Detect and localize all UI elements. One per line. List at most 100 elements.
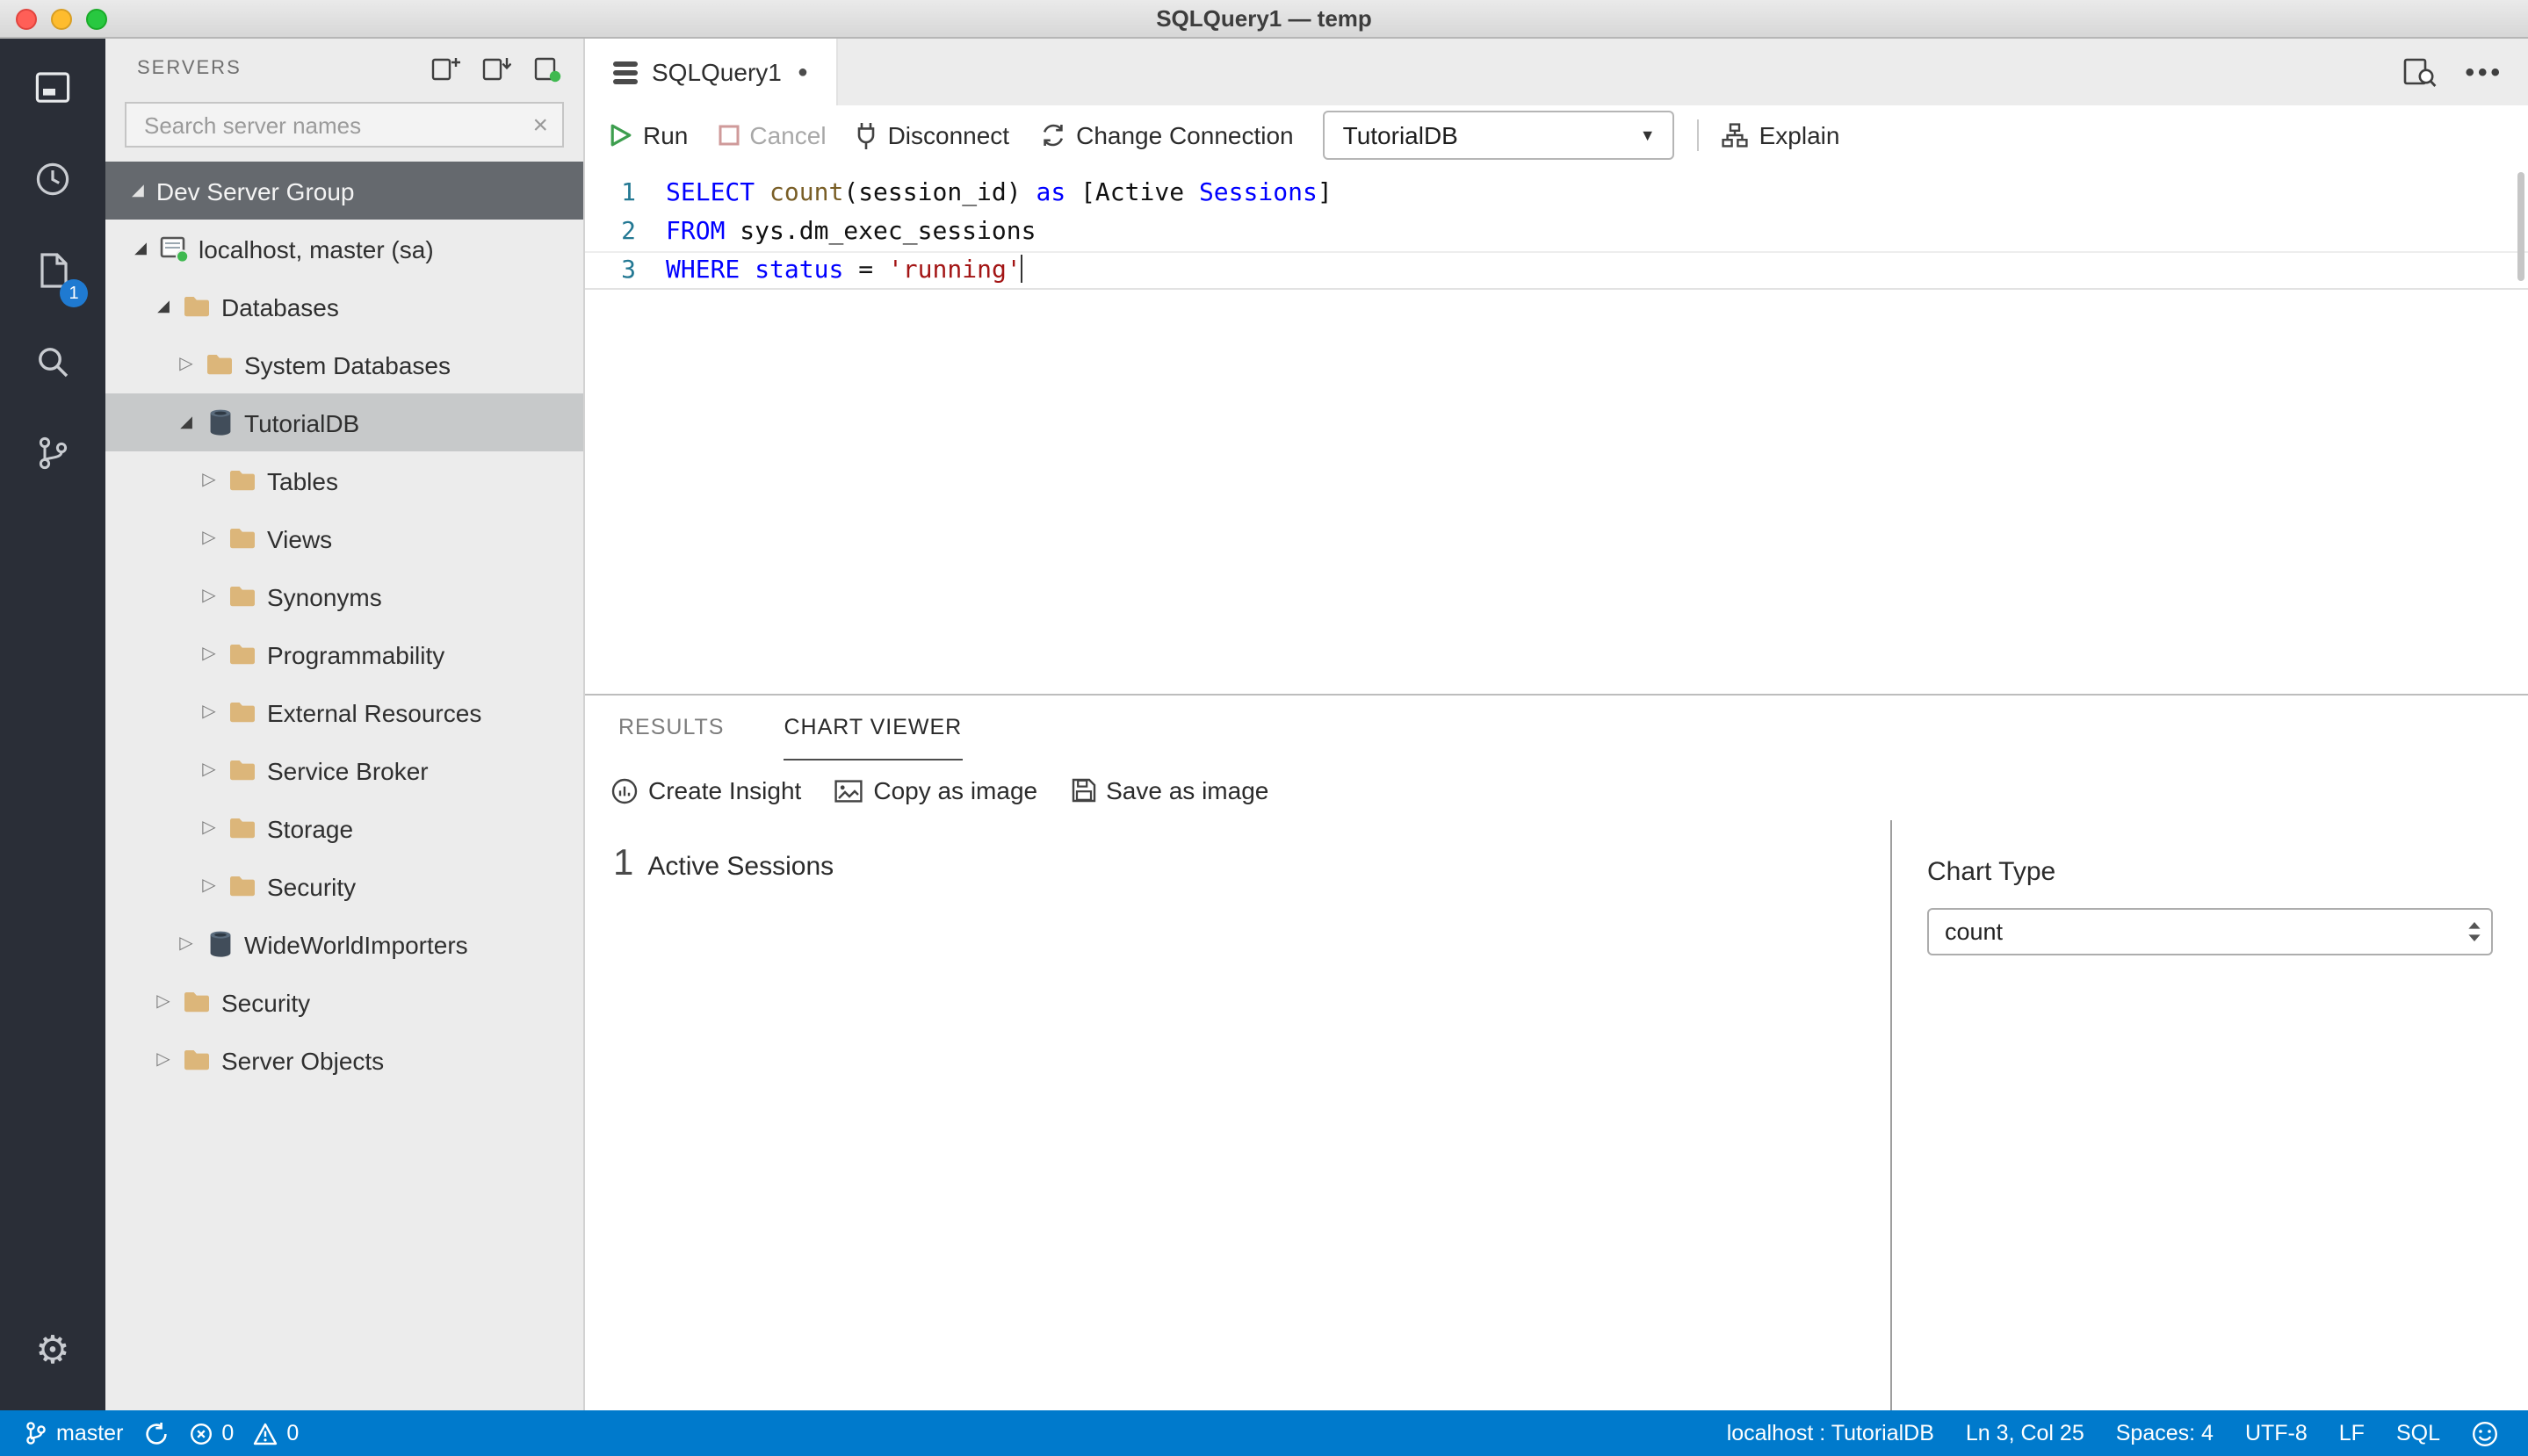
error-icon [190, 1422, 213, 1445]
query-toolbar: Run Cancel Disconnect Change Connection … [585, 105, 2528, 165]
close-window-button[interactable] [16, 9, 37, 30]
collapsed-arrow-icon[interactable]: ▷ [174, 355, 199, 374]
change-connection-button[interactable]: Change Connection [1039, 121, 1294, 149]
chart-type-select[interactable]: count [1927, 908, 2493, 955]
expanded-arrow-icon[interactable]: ◢ [174, 413, 199, 432]
server-search-input[interactable] [141, 110, 533, 140]
tree-item-security[interactable]: ▷ Security [105, 857, 583, 915]
dirty-indicator[interactable]: ● [798, 62, 808, 82]
toolbar-separator [1697, 119, 1700, 151]
activitybar-item-explorer[interactable]: 1 [0, 225, 105, 316]
collapsed-arrow-icon[interactable]: ▷ [197, 876, 221, 896]
feedback-button[interactable] [2456, 1420, 2514, 1446]
folder-icon [227, 527, 258, 550]
zoom-window-button[interactable] [86, 9, 107, 30]
clear-search-icon[interactable]: × [532, 112, 548, 138]
sync-button[interactable] [134, 1422, 179, 1445]
folder-icon [181, 1049, 213, 1071]
tree-item-localhost-master-sa[interactable]: ◢ localhost, master (sa) [105, 220, 583, 278]
tree-item-tutorialdb[interactable]: ◢ TutorialDB [105, 393, 583, 451]
new-server-group-icon [480, 54, 510, 83]
activitybar-item-task-history[interactable] [0, 133, 105, 225]
azure-accounts-button[interactable] [531, 53, 562, 84]
chart-content: 1 Active Sessions Chart Type count [585, 820, 2528, 1410]
sidebar-header: SERVERS [105, 39, 583, 98]
tree-item-views[interactable]: ▷ Views [105, 509, 583, 567]
collapsed-arrow-icon[interactable]: ▷ [174, 934, 199, 954]
chart-label: Active Sessions [647, 852, 834, 882]
connection-status[interactable]: localhost : TutorialDB [1711, 1421, 1950, 1445]
cursor-position-status[interactable]: Ln 3, Col 25 [1950, 1421, 2100, 1445]
collapsed-arrow-icon[interactable]: ▷ [151, 1050, 176, 1070]
folder-icon [227, 875, 258, 897]
code-editor[interactable]: 1 SELECT count(session_id) as [Active Ses… [585, 165, 2528, 694]
tab-chart-viewer[interactable]: CHART VIEWER [784, 696, 963, 760]
gear-icon: ⚙ [35, 1328, 70, 1372]
tree-item-wideworldimporters[interactable]: ▷ WideWorldImporters [105, 915, 583, 973]
collapsed-arrow-icon[interactable]: ▷ [197, 645, 221, 664]
tab-sqlquery1[interactable]: SQLQuery1 ● [585, 39, 838, 105]
explain-button[interactable]: Explain [1723, 121, 1839, 149]
preview-icon[interactable] [2403, 57, 2437, 87]
tree-item-tables[interactable]: ▷ Tables [105, 451, 583, 509]
tree-item-system-databases[interactable]: ▷ System Databases [105, 335, 583, 393]
save-as-image-button[interactable]: Save as image [1071, 776, 1268, 804]
problems-status[interactable]: 0 0 [179, 1421, 309, 1445]
database-dropdown-value: TutorialDB [1342, 121, 1458, 149]
collapsed-arrow-icon[interactable]: ▷ [197, 760, 221, 780]
expanded-arrow-icon[interactable]: ◢ [151, 297, 176, 316]
tree-item-label: Security [267, 872, 357, 900]
collapsed-arrow-icon[interactable]: ▷ [197, 471, 221, 490]
more-actions-icon[interactable]: ••• [2465, 57, 2503, 87]
create-insight-button[interactable]: Create Insight [611, 776, 801, 804]
tree-item-programmability[interactable]: ▷ Programmability [105, 625, 583, 683]
database-dropdown[interactable]: TutorialDB ▼ [1323, 111, 1675, 160]
eol-status[interactable]: LF [2323, 1421, 2380, 1445]
git-branch-status[interactable]: master [14, 1421, 134, 1445]
copy-as-image-button[interactable]: Copy as image [834, 776, 1037, 804]
expanded-arrow-icon: ◢ [132, 181, 144, 198]
minimize-window-button[interactable] [51, 9, 72, 30]
code-line-1[interactable]: 1 SELECT count(session_id) as [Active Ses… [585, 174, 2528, 213]
tree-item-synonyms[interactable]: ▷ Synonyms [105, 567, 583, 625]
new-connection-button[interactable] [429, 53, 460, 84]
collapsed-arrow-icon[interactable]: ▷ [197, 587, 221, 606]
folder-icon [227, 701, 258, 724]
run-button[interactable]: Run [610, 121, 688, 149]
app-window: SQLQuery1 — temp 1 ⚙ SERVERS Search serv… [0, 0, 2528, 1456]
clock-icon [33, 160, 72, 198]
tree-item-external-resources[interactable]: ▷ External Resources [105, 683, 583, 741]
encoding-status[interactable]: UTF-8 [2229, 1421, 2323, 1445]
text-cursor [1021, 255, 1023, 283]
collapsed-arrow-icon[interactable]: ▷ [197, 529, 221, 548]
language-mode-status[interactable]: SQL [2380, 1421, 2456, 1445]
activitybar-item-search[interactable] [0, 316, 105, 407]
code-line-2[interactable]: 2 FROM sys.dm_exec_sessions [585, 213, 2528, 251]
results-tabbar: RESULTS CHART VIEWER [585, 696, 2528, 760]
activitybar-item-source-control[interactable] [0, 407, 105, 499]
expanded-arrow-icon[interactable]: ◢ [128, 239, 153, 258]
activitybar-item-connections[interactable] [0, 42, 105, 133]
settings-button[interactable]: ⚙ [0, 1305, 105, 1396]
code-line-3[interactable]: 3 WHERE status = 'running' [585, 251, 2528, 290]
tree-item-label: Service Broker [267, 756, 429, 784]
tab-results[interactable]: RESULTS [618, 696, 724, 760]
warning-count: 0 [286, 1421, 300, 1445]
collapsed-arrow-icon[interactable]: ▷ [197, 818, 221, 838]
collapsed-arrow-icon[interactable]: ▷ [197, 703, 221, 722]
disconnect-button[interactable]: Disconnect [856, 121, 1009, 149]
tree-item-server-objects[interactable]: ▷ Server Objects [105, 1031, 583, 1089]
code-text: SELECT count(session_id) as [Active Sess… [666, 179, 1333, 207]
indentation-status[interactable]: Spaces: 4 [2100, 1421, 2229, 1445]
statusbar-right: localhost : TutorialDB Ln 3, Col 25 Spac… [1711, 1420, 2514, 1446]
tree-item-security[interactable]: ▷ Security [105, 973, 583, 1031]
collapsed-arrow-icon[interactable]: ▷ [151, 992, 176, 1012]
cancel-button[interactable]: Cancel [718, 121, 827, 149]
tree-item-databases[interactable]: ◢ Databases [105, 278, 583, 335]
tree-item-service-broker[interactable]: ▷ Service Broker [105, 741, 583, 799]
tree-item-storage[interactable]: ▷ Storage [105, 799, 583, 857]
server-group-header[interactable]: ◢ Dev Server Group [105, 162, 583, 220]
new-server-group-button[interactable] [480, 53, 511, 84]
activity-bar: 1 ⚙ [0, 39, 105, 1410]
editor-scrollbar[interactable] [2517, 172, 2524, 281]
